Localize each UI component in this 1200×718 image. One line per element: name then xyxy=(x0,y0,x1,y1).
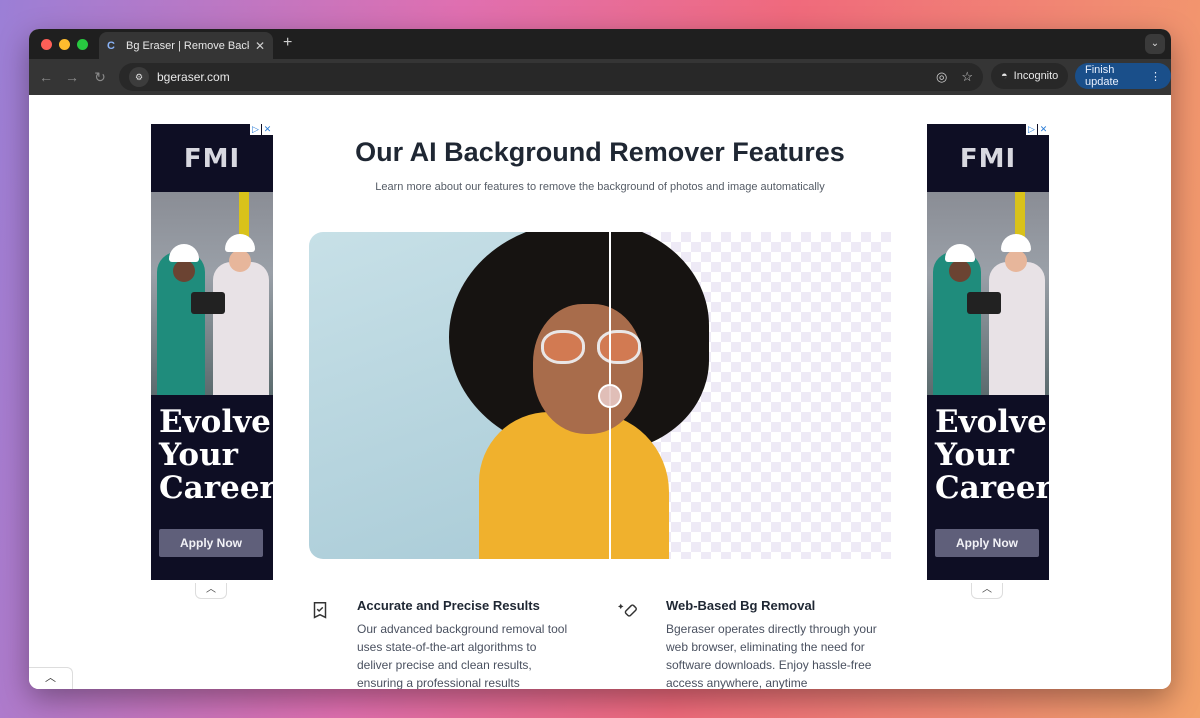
tab-title: Bg Eraser | Remove Backgrou xyxy=(126,39,249,52)
browser-window: C Bg Eraser | Remove Backgrou ✕ + ⌄ ← → … xyxy=(29,29,1171,689)
forward-arrow-icon[interactable]: → xyxy=(63,68,81,86)
feature-title: Web-Based Bg Removal xyxy=(666,598,816,613)
portrait-shirt xyxy=(479,412,669,559)
tab-search-chevron-icon[interactable]: ⌄ xyxy=(1145,34,1165,54)
ad-choices[interactable]: ▷ ✕ xyxy=(250,124,273,135)
url-text[interactable]: bgeraser.com xyxy=(157,70,922,84)
site-settings-icon[interactable]: ⚙ xyxy=(129,67,149,87)
window-controls xyxy=(41,39,88,50)
ad-apply-button[interactable]: Apply Now xyxy=(159,529,263,557)
ad-logo: FMI xyxy=(959,144,1017,174)
ad-choices[interactable]: ▷ ✕ xyxy=(1026,124,1049,135)
close-ad-icon[interactable]: ✕ xyxy=(1038,124,1049,135)
scroll-up-chevron-icon[interactable]: ︿ xyxy=(29,667,73,689)
ad-headline: Evolve Your Career xyxy=(159,404,273,506)
tab-strip: C Bg Eraser | Remove Backgrou ✕ + ⌄ xyxy=(29,29,1171,59)
feature-text: Bgeraser operates directly through your … xyxy=(666,622,877,689)
page-subtitle: Learn more about our features to remove … xyxy=(375,181,825,193)
page-title: Our AI Background Remover Features xyxy=(355,137,845,167)
address-bar[interactable]: ⚙ bgeraser.com ◎ ☆ xyxy=(119,63,983,91)
ad-photo xyxy=(151,192,273,395)
zoom-window-button[interactable] xyxy=(77,39,88,50)
minimize-window-button[interactable] xyxy=(59,39,70,50)
reload-icon[interactable]: ↻ xyxy=(91,68,109,86)
ad-collapse-chevron-up-icon[interactable]: ︿ xyxy=(971,583,1003,599)
comparison-slider-handle[interactable] xyxy=(598,384,622,408)
incognito-label: Incognito xyxy=(1013,70,1059,82)
close-ad-icon[interactable]: ✕ xyxy=(262,124,273,135)
bgeraser-favicon-icon: C xyxy=(107,39,115,52)
ad-banner-left[interactable]: ▷ ✕ FMI Evolve Your Career Apply Now xyxy=(151,124,273,580)
finish-update-label: Finish update xyxy=(1085,64,1119,88)
portrait-face xyxy=(533,304,643,434)
ad-collapse-chevron-up-icon[interactable]: ︿ xyxy=(195,583,227,599)
close-tab-icon[interactable]: ✕ xyxy=(255,39,265,53)
bookmark-star-icon[interactable]: ☆ xyxy=(961,69,973,85)
feature-text: Our advanced background removal tool use… xyxy=(357,622,568,689)
ad-apply-button[interactable]: Apply Now xyxy=(935,529,1039,557)
incognito-icon: ◓ xyxy=(1001,70,1008,82)
ad-photo xyxy=(927,192,1049,395)
tab-bgeraser[interactable]: C Bg Eraser | Remove Backgrou ✕ xyxy=(99,32,273,59)
ad-banner-right[interactable]: ▷ ✕ FMI Evolve Your Career Apply Now xyxy=(927,124,1049,580)
portrait-glasses xyxy=(541,330,645,366)
before-after-comparison[interactable] xyxy=(309,232,891,559)
badge-check-icon xyxy=(313,602,327,619)
close-window-button[interactable] xyxy=(41,39,52,50)
incognito-indicator[interactable]: ◓ Incognito xyxy=(991,63,1069,89)
eye-off-icon[interactable]: ◎ xyxy=(936,69,947,85)
ad-headline: Evolve Your Career xyxy=(935,404,1049,506)
ad-logo: FMI xyxy=(183,144,241,174)
page-content: ▷ ✕ FMI Evolve Your Career Apply Now ︿ ▷… xyxy=(29,95,1171,689)
feature-title: Accurate and Precise Results xyxy=(357,598,540,613)
more-vert-icon: ⋮ xyxy=(1150,70,1161,83)
new-tab-button[interactable]: + xyxy=(283,35,292,51)
adchoices-icon[interactable]: ▷ xyxy=(250,124,261,135)
back-arrow-icon[interactable]: ← xyxy=(37,68,55,86)
adchoices-icon[interactable]: ▷ xyxy=(1026,124,1037,135)
finish-update-button[interactable]: Finish update ⋮ xyxy=(1075,63,1171,89)
browser-toolbar: ← → ↻ ⚙ bgeraser.com ◎ ☆ ◓ Incognito Fin… xyxy=(29,59,1171,95)
magic-eraser-icon xyxy=(618,603,637,617)
